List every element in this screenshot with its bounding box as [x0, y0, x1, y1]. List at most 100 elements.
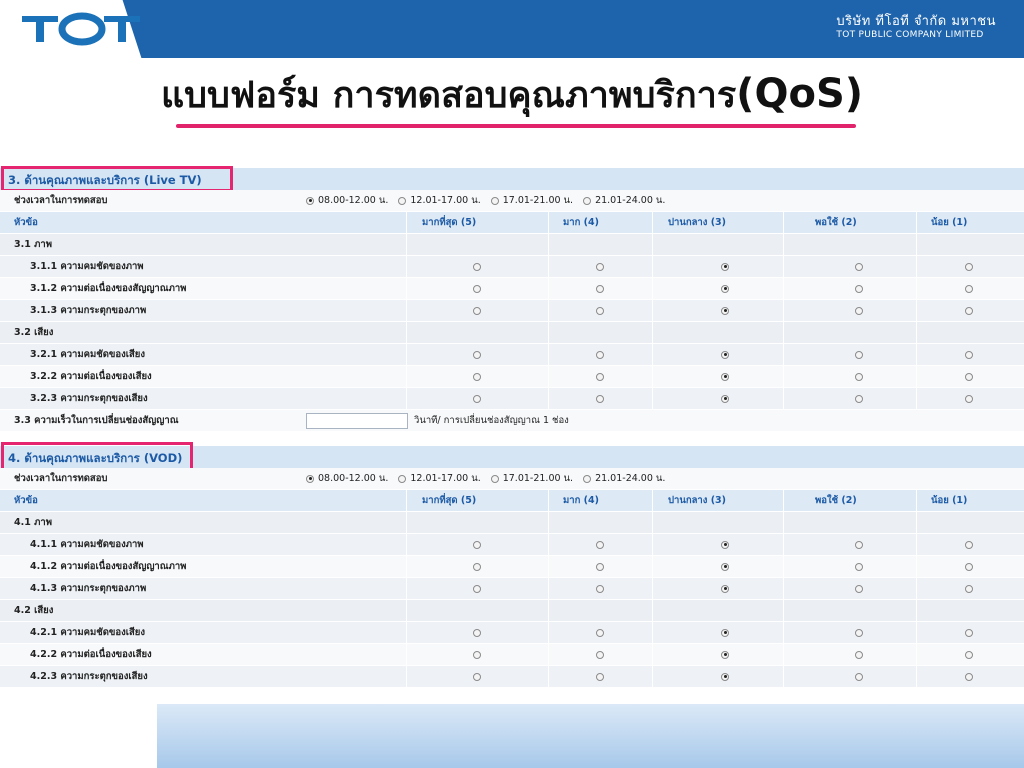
rating-radio-c3[interactable]	[721, 672, 729, 681]
rating-radio-c5[interactable]	[473, 306, 481, 315]
rating-radio-c2[interactable]	[855, 284, 863, 293]
rating-radio-c5[interactable]	[473, 284, 481, 293]
rating-radio-c1[interactable]	[965, 394, 973, 403]
rating-radio-c3[interactable]	[721, 350, 729, 359]
rating-option-c3	[721, 388, 729, 410]
rating-radio-c2[interactable]	[855, 394, 863, 403]
rating-radio-c4[interactable]	[596, 306, 604, 315]
rating-option-c3	[721, 300, 729, 322]
rating-radio-c4[interactable]	[596, 262, 604, 271]
test-time-radio[interactable]	[306, 196, 314, 205]
group-label: 4.1 ภาพ	[14, 517, 52, 528]
rating-radio-c4[interactable]	[596, 540, 604, 549]
test-time-radio[interactable]	[583, 474, 592, 483]
rating-radio-c1[interactable]	[965, 284, 973, 293]
test-time-option[interactable]: 17.01-21.00 น.	[490, 473, 574, 484]
test-time-radio[interactable]	[398, 474, 407, 483]
rating-radio-c5[interactable]	[473, 262, 481, 271]
rating-radio-c3[interactable]	[721, 584, 729, 593]
rating-radio-c5[interactable]	[473, 672, 481, 681]
rating-radio-c5[interactable]	[473, 350, 481, 359]
rating-radio-c1[interactable]	[965, 562, 973, 571]
rating-radio-c5[interactable]	[473, 650, 481, 659]
rating-radio-c3[interactable]	[721, 394, 729, 403]
rating-option-c2	[855, 578, 863, 600]
rating-radio-c3[interactable]	[721, 262, 729, 271]
rating-radio-c2[interactable]	[855, 540, 863, 549]
rating-option-c3	[721, 534, 729, 556]
column-separator	[783, 490, 784, 512]
rating-radio-c4[interactable]	[596, 350, 604, 359]
rating-radio-c3[interactable]	[721, 628, 729, 637]
rating-radio-c3[interactable]	[721, 540, 729, 549]
column-separator	[783, 600, 784, 622]
column-c5: มากที่สุด (5)	[422, 495, 477, 506]
rating-radio-c1[interactable]	[965, 372, 973, 381]
rating-radio-c5[interactable]	[473, 584, 481, 593]
rating-radio-c2[interactable]	[855, 372, 863, 381]
rating-radio-c1[interactable]	[965, 540, 973, 549]
rating-radio-c1[interactable]	[965, 262, 973, 271]
rating-radio-c1[interactable]	[965, 672, 973, 681]
rating-radio-c5[interactable]	[473, 372, 481, 381]
rating-option-c3	[721, 556, 729, 578]
column-separator	[916, 490, 917, 512]
rating-option-c3	[721, 344, 729, 366]
test-time-radio[interactable]	[583, 196, 592, 205]
test-time-option[interactable]: 17.01-21.00 น.	[490, 195, 573, 206]
rating-radio-c4[interactable]	[596, 394, 604, 403]
test-time-radio[interactable]	[306, 474, 314, 483]
column-separator	[548, 490, 549, 512]
rating-radio-c1[interactable]	[965, 628, 973, 637]
column-c3: ปานกลาง (3)	[668, 217, 727, 228]
test-time-radio[interactable]	[398, 196, 407, 205]
rating-radio-c3[interactable]	[721, 306, 729, 315]
test-time-option-label: 17.01-21.00 น.	[502, 473, 574, 484]
rating-radio-c2[interactable]	[855, 628, 863, 637]
rating-radio-c2[interactable]	[855, 672, 863, 681]
rating-radio-c1[interactable]	[965, 306, 973, 315]
column-separator	[406, 534, 407, 556]
rating-radio-c1[interactable]	[965, 584, 973, 593]
rating-radio-c4[interactable]	[596, 284, 604, 293]
rating-radio-c1[interactable]	[965, 650, 973, 659]
test-time-option[interactable]: 21.01-24.00 น.	[583, 473, 665, 484]
channel-switch-speed-input[interactable]	[306, 413, 408, 429]
column-topic: หัวข้อ	[14, 495, 38, 506]
rating-radio-c2[interactable]	[855, 350, 863, 359]
rating-radio-c2[interactable]	[855, 584, 863, 593]
rating-radio-c2[interactable]	[855, 562, 863, 571]
test-time-option[interactable]: 12.01-17.00 น.	[398, 473, 481, 484]
rating-radio-c5[interactable]	[473, 540, 481, 549]
column-separator	[916, 278, 917, 300]
test-time-option[interactable]: 08.00-12.00 น.	[306, 195, 388, 206]
rating-radio-c4[interactable]	[596, 584, 604, 593]
test-time-option[interactable]: 12.01-17.00 น.	[398, 195, 481, 206]
test-time-option[interactable]: 08.00-12.00 น.	[306, 473, 388, 484]
rating-radio-c2[interactable]	[855, 306, 863, 315]
test-time-radio[interactable]	[490, 196, 499, 205]
rating-radio-c3[interactable]	[721, 284, 729, 293]
rating-radio-c3[interactable]	[721, 650, 729, 659]
rating-radio-c5[interactable]	[473, 562, 481, 571]
rating-option-c3	[721, 622, 729, 644]
rating-radio-c4[interactable]	[596, 562, 604, 571]
test-time-radio[interactable]	[490, 474, 499, 483]
rating-option-c2	[855, 256, 863, 278]
rating-radio-c5[interactable]	[473, 628, 481, 637]
rating-radio-c4[interactable]	[596, 650, 604, 659]
test-time-label: ช่วงเวลาในการทดสอบ	[14, 473, 108, 484]
column-separator	[783, 622, 784, 644]
rating-radio-c4[interactable]	[596, 372, 604, 381]
rating-radio-c3[interactable]	[721, 372, 729, 381]
rating-radio-c4[interactable]	[596, 628, 604, 637]
rating-radio-c2[interactable]	[855, 650, 863, 659]
test-time-option[interactable]: 21.01-24.00 น.	[583, 195, 665, 206]
channel-switch-speed-unit: วินาที/ การเปลี่ยนช่องสัญญาณ 1 ช่อง	[414, 415, 569, 426]
rating-option-c3	[721, 366, 729, 388]
rating-radio-c5[interactable]	[473, 394, 481, 403]
rating-radio-c4[interactable]	[596, 672, 604, 681]
rating-radio-c1[interactable]	[965, 350, 973, 359]
rating-radio-c2[interactable]	[855, 262, 863, 271]
rating-radio-c3[interactable]	[721, 562, 729, 571]
